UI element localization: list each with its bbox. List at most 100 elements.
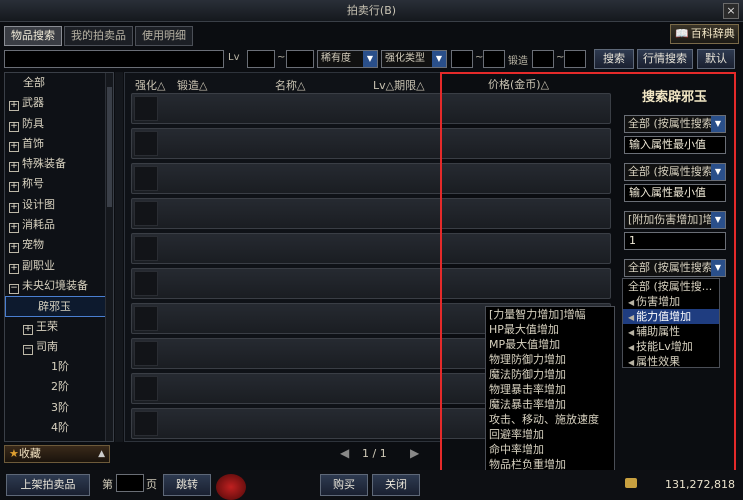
tree-item[interactable]: + 特殊装备 (5, 154, 113, 174)
tree-item[interactable]: + 武器 (5, 93, 113, 113)
attribute-select-4[interactable]: 全部 (按属性搜索) ▼ (624, 259, 726, 277)
page-number-input[interactable] (116, 474, 144, 492)
submenu-item[interactable]: 攻击、移动、施放速度 (486, 412, 614, 427)
enhance-min-input[interactable] (451, 50, 473, 68)
next-page-icon[interactable]: ▶ (410, 446, 419, 460)
attribute-menu-item[interactable]: ◀ 技能Lv增加 (623, 339, 719, 354)
submenu-item[interactable]: 魔法防御力增加 (486, 367, 614, 382)
result-row[interactable] (131, 163, 611, 194)
attribute-min-input-3[interactable]: 1 (624, 232, 726, 250)
collapse-icon[interactable]: − (23, 344, 33, 355)
result-row[interactable] (131, 233, 611, 264)
attribute-menu-item[interactable]: ◀ 属性效果 (623, 354, 719, 369)
tree-item[interactable]: + 消耗品 (5, 215, 113, 235)
item-slot (134, 271, 158, 296)
list-item-button[interactable]: 上架拍卖品 (6, 474, 90, 496)
column-forge[interactable]: 锻造△ (177, 77, 207, 93)
expand-icon[interactable]: + (9, 182, 19, 193)
submenu-item[interactable]: 物理暴击率增加 (486, 382, 614, 397)
enhance-type-select[interactable]: 强化类型 ▼ (381, 50, 447, 68)
tab-item-search[interactable]: 物品搜索 (4, 26, 62, 46)
result-row[interactable] (131, 128, 611, 159)
jump-button[interactable]: 跳转 (163, 474, 211, 496)
column-price[interactable]: 价格(金币)△ (488, 76, 549, 92)
tree-item[interactable]: 1阶 (5, 357, 113, 377)
column-enhance[interactable]: 强化△ (135, 77, 165, 93)
submenu-item[interactable]: 物理防御力增加 (486, 352, 614, 367)
tree-item[interactable]: + 防具 (5, 114, 113, 134)
tree-item[interactable]: 辟邪玉 (5, 296, 113, 317)
submenu-item[interactable]: MP最大值增加 (486, 337, 614, 352)
tree-item-label: 副职业 (22, 258, 55, 272)
tree-item[interactable]: + 宠物 (5, 235, 113, 255)
expand-icon[interactable]: + (9, 141, 19, 152)
item-slot (134, 376, 158, 401)
submenu-item[interactable]: 命中率增加 (486, 442, 614, 457)
rarity-select[interactable]: 稀有度 ▼ (317, 50, 378, 68)
item-slot (134, 411, 158, 436)
default-button[interactable]: 默认 (697, 49, 735, 69)
search-input[interactable] (4, 50, 224, 68)
expand-icon[interactable]: + (9, 101, 19, 112)
tree-item[interactable]: 2阶 (5, 377, 113, 397)
favorites-button[interactable]: ★收藏 ▲ (4, 445, 110, 463)
tree-item[interactable]: − 司南 (5, 337, 113, 357)
attribute-menu-item[interactable]: ◀ 辅助属性 (623, 324, 719, 339)
forge-max-input[interactable] (564, 50, 586, 68)
submenu-item[interactable]: HP最大值增加 (486, 322, 614, 337)
attribute-select-3[interactable]: [附加伤害增加]增幅 ▼ (624, 211, 726, 229)
expand-icon[interactable]: + (9, 263, 19, 274)
tab-usage-details[interactable]: 使用明细 (135, 26, 193, 46)
submenu-item[interactable]: 魔法暴击率增加 (486, 397, 614, 412)
close-button[interactable]: 关闭 (372, 474, 420, 496)
collapse-icon[interactable]: − (9, 283, 19, 294)
lv-min-input[interactable] (247, 50, 275, 68)
close-icon[interactable]: × (723, 3, 739, 19)
attribute-select-1[interactable]: 全部 (按属性搜索) ▼ (624, 115, 726, 133)
attribute-menu-item[interactable]: ◀ 能力值增加 (623, 309, 719, 324)
tree-scrollbar[interactable] (105, 73, 113, 441)
result-row[interactable] (131, 268, 611, 299)
lv-max-input[interactable] (286, 50, 314, 68)
prev-page-icon[interactable]: ◀ (340, 446, 349, 460)
encyclopedia-button[interactable]: 📖 百科辞典 (670, 24, 739, 44)
enhance-max-input[interactable] (483, 50, 505, 68)
attribute-menu-item[interactable]: 全部 (按属性搜... (623, 279, 719, 294)
scroll-thumb[interactable] (107, 87, 112, 207)
column-lv-expiry[interactable]: Lv△期限△ (373, 77, 425, 93)
submenu-item[interactable]: [力量智力增加]增幅 (486, 307, 614, 322)
expand-icon[interactable]: + (9, 243, 19, 254)
tree-item[interactable]: + 称号 (5, 174, 113, 194)
expand-icon[interactable]: + (23, 324, 33, 335)
tab-my-auctions[interactable]: 我的拍卖品 (64, 26, 133, 46)
list-scrollbar[interactable] (115, 72, 123, 442)
tree-item[interactable]: 3阶 (5, 398, 113, 418)
tree-item[interactable]: + 首饰 (5, 134, 113, 154)
attribute-min-input-1[interactable]: 输入属性最小值 (624, 136, 726, 154)
buy-button[interactable]: 购买 (320, 474, 368, 496)
tree-item[interactable]: − 未央幻境装备 (5, 276, 113, 296)
column-name[interactable]: 名称△ (275, 77, 305, 93)
expand-icon[interactable]: + (9, 121, 19, 132)
expand-icon[interactable]: + (9, 162, 19, 173)
result-row[interactable] (131, 198, 611, 229)
attribute-menu-item[interactable]: ◀ 伤害增加 (623, 294, 719, 309)
tree-item[interactable]: + 王荣 (5, 317, 113, 337)
tree-item[interactable]: 4阶 (5, 418, 113, 438)
forge-min-input[interactable] (532, 50, 554, 68)
attribute-menu-label: 属性效果 (636, 355, 681, 368)
enhance-type-value: 强化类型 (385, 53, 425, 64)
attribute-menu-label: 辅助属性 (636, 325, 681, 338)
submenu-item[interactable]: 回避率增加 (486, 427, 614, 442)
search-button[interactable]: 搜索 (594, 49, 634, 69)
market-search-button[interactable]: 行情搜索 (637, 49, 693, 69)
submenu-arrow-icon: ◀ (628, 358, 635, 367)
result-row[interactable] (131, 93, 611, 124)
tree-item[interactable]: + 设计图 (5, 195, 113, 215)
expand-icon[interactable]: + (9, 223, 19, 234)
tree-item[interactable]: + 副职业 (5, 256, 113, 276)
tree-item[interactable]: 全部 (5, 73, 113, 93)
expand-icon[interactable]: + (9, 202, 19, 213)
attribute-min-input-2[interactable]: 输入属性最小值 (624, 184, 726, 202)
attribute-select-2[interactable]: 全部 (按属性搜索) ▼ (624, 163, 726, 181)
